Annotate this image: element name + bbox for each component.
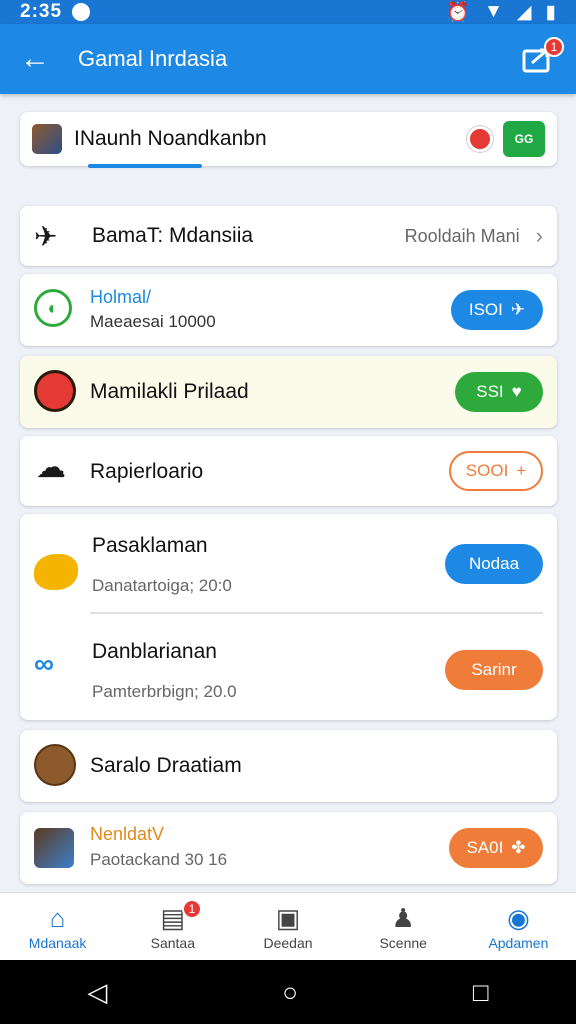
divider (90, 612, 543, 614)
share-button[interactable]: 1 (520, 37, 564, 77)
action-button[interactable]: SSI ♥ (455, 372, 543, 412)
item-title: Saralo Draatiam (90, 754, 242, 777)
item-value: Rooldaih Mani (404, 225, 520, 246)
bottom-nav: ⌂ Mdanaak ▤ 1 Santaa ▣ Deedan ♟ Scenne ◉… (0, 892, 576, 960)
item-subtitle: Danatartoiga; 20:0 (92, 576, 232, 595)
nav-gallery[interactable]: ▣ Deedan (230, 893, 345, 960)
character-icon (34, 744, 76, 786)
action-button[interactable]: Sarinr (445, 650, 543, 690)
item-title: NenldatV (90, 824, 165, 844)
button-label: Nodaa (468, 554, 520, 573)
nav-label: Scenne (379, 934, 427, 951)
nav-apps[interactable]: ◉ Apdamen (461, 893, 576, 960)
shield-icon: ♥ (511, 382, 522, 401)
item-title: Holmal/ (90, 287, 152, 307)
featured-title: INaunh Noandkanbn (74, 127, 267, 150)
button-label: SSI (476, 382, 504, 401)
nav-label: Mdanaak (28, 934, 87, 951)
heart-badge-icon (34, 554, 78, 590)
item-title: Mamilakli Prilaad (90, 380, 249, 403)
battery-icon: ▮ (545, 1, 556, 23)
nav-home[interactable]: ⌂ Mdanaak (0, 893, 115, 960)
list-item[interactable]: ☁ Rapierloario SOOI + (20, 436, 557, 506)
nav-news[interactable]: ▤ 1 Santaa (115, 893, 230, 960)
character-icon (34, 370, 76, 412)
back-icon[interactable]: ◁ (87, 977, 107, 1008)
infinity-icon: ∞ (34, 648, 54, 679)
list-group: Pasaklaman Danatartoiga; 20:0 Nodaa ∞ Da… (20, 514, 557, 720)
plus-arrow-icon: + (516, 461, 527, 480)
status-bar: 2:35 ⏰ ▼ ◢ ▮ (0, 0, 576, 24)
plane-icon: ✈ (510, 300, 526, 319)
chevron-right-icon: › (535, 223, 543, 248)
list-item[interactable]: NenldatV Paotackand 30 16 SA0I ✤ (20, 812, 557, 884)
item-title: Rapierloario (90, 460, 204, 483)
item-subtitle: Maeaesai 10000 (90, 312, 216, 331)
image-icon: ▣ (275, 902, 301, 933)
nav-label: Santaa (150, 934, 195, 951)
button-label: ISOI (468, 300, 503, 319)
signal-icon: ◢ (516, 1, 532, 23)
item-subtitle: Paotackand 30 16 (90, 850, 228, 869)
gg-icon[interactable]: GG (503, 121, 545, 157)
status-time: 2:35 (20, 1, 63, 22)
item-title: BamaT: Mdansiia (92, 224, 254, 247)
item-title[interactable]: Danblarianan (92, 640, 217, 664)
alarm-icon: ⏰ (446, 2, 471, 23)
action-button[interactable]: Nodaa (445, 544, 543, 584)
button-label: Sarinr (471, 660, 517, 679)
gift-icon: ✤ (511, 838, 526, 857)
recents-icon[interactable]: □ (473, 977, 489, 1008)
wifi-icon: ▼ (484, 1, 503, 22)
notification-badge: 1 (544, 37, 564, 57)
nav-label: Apdamen (488, 934, 549, 951)
app-bar: ← Gamal Inrdasia 1 (0, 24, 576, 94)
nav-profile[interactable]: ♟ Scenne (346, 893, 461, 960)
system-nav-bar: ◁ ○ □ (0, 960, 576, 1024)
button-label: SOOI (465, 461, 509, 480)
tab-indicator (88, 164, 202, 168)
action-button[interactable]: ISOI ✈ (451, 290, 543, 330)
action-button[interactable]: SA0I ✤ (449, 828, 543, 868)
nav-label: Deedan (263, 934, 313, 951)
notification-icon (72, 3, 91, 21)
apps-icon: ◉ (507, 902, 530, 933)
mascot-icon (467, 126, 493, 152)
plane-icon: ✈ (34, 220, 58, 252)
featured-game-card[interactable]: INaunh Noandkanbn GG (20, 112, 557, 168)
action-button[interactable]: SOOI + (449, 451, 543, 491)
page-title: Gamal Inrdasia (78, 46, 228, 71)
list-item[interactable]: ◐ Holmal/ Maeaesai 10000 ISOI ✈ (20, 274, 557, 346)
list-item[interactable]: ✈ BamaT: Mdansiia Rooldaih Mani › (20, 206, 557, 266)
list-item[interactable]: Saralo Draatiam (20, 730, 557, 802)
home-circle-icon[interactable]: ○ (282, 977, 298, 1008)
cloud-icon: ☁ (36, 451, 66, 484)
back-arrow-icon[interactable]: ← (20, 42, 60, 76)
item-title[interactable]: Pasaklaman (92, 534, 208, 558)
list-item[interactable]: Mamilakli Prilaad SSI ♥ (20, 356, 557, 428)
item-subtitle: Pamterbrbign; 20.0 (92, 682, 237, 701)
button-label: SA0I (466, 838, 504, 857)
person-icon: ♟ (391, 902, 415, 933)
nav-badge: 1 (182, 899, 203, 919)
game-icon (32, 124, 62, 154)
leaf-icon: ◐ (34, 289, 72, 327)
home-icon: ⌂ (49, 902, 66, 933)
game-icon (34, 828, 74, 868)
